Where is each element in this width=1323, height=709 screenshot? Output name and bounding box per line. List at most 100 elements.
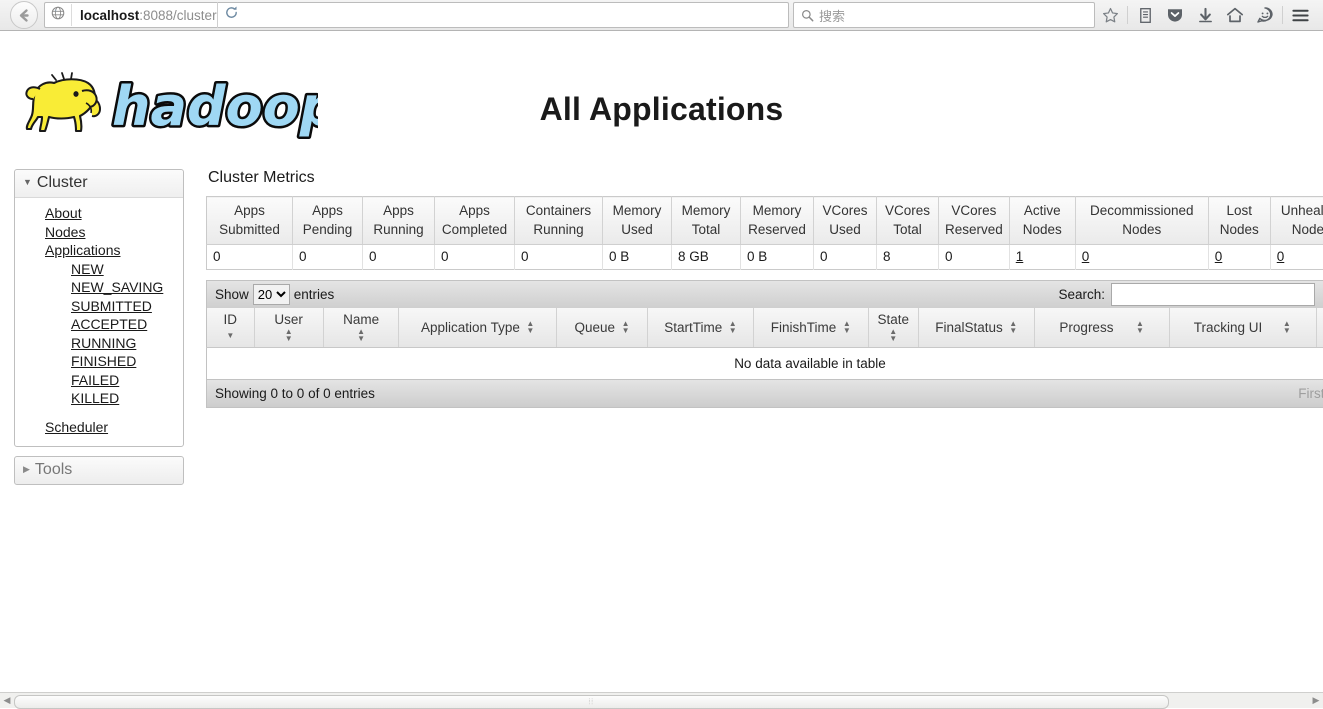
home-icon[interactable] [1220,1,1250,29]
apps-col-blacklisted-nodes[interactable]: Blacklis [1316,308,1323,348]
datatable-search-input[interactable] [1111,283,1315,306]
apps-col-state[interactable]: State ▲▼ [868,308,918,348]
toolbar-separator [1127,6,1128,24]
reload-button[interactable] [217,2,246,28]
unhealthy-nodes-link[interactable]: 0 [1277,249,1285,264]
apps-col-state-label: State [877,312,909,327]
apps-col-queue[interactable]: Queue▲▼ [557,308,648,348]
back-button[interactable] [10,1,38,29]
page-viewport: Lo hadoop All Applications ▼Cluster [0,31,1323,692]
hamburger-menu-icon[interactable] [1285,1,1315,29]
applications-empty-row: No data available in table [207,348,1323,380]
active-nodes-link[interactable]: 1 [1016,249,1024,264]
metrics-col-memory-reserved: Memory Reserved [741,197,814,245]
scrollbar-track[interactable]: ⦙⦙ [14,694,1309,708]
page-title: All Applications [0,91,1323,128]
pagination-first-button[interactable]: First [1289,386,1323,401]
sort-both-icon: ▲▼ [357,328,366,342]
metrics-val-apps-submitted: 0 [207,245,293,270]
sidebar-item-about[interactable]: About [15,204,183,223]
page-length-select[interactable]: 20 [253,284,290,305]
no-data-message: No data available in table [207,348,1323,380]
page-length-control: Show20entries [215,284,334,305]
sort-both-icon: ▲▼ [1282,320,1291,334]
scroll-right-arrow-icon[interactable]: ▶ [1309,694,1323,708]
sidebar-item-accepted[interactable]: ACCEPTED [15,315,183,334]
metrics-col-unhealthy-nodes: Unhealthy Nodes [1270,197,1323,245]
metrics-val-apps-pending: 0 [293,245,363,270]
metrics-val-lost-nodes: 0 [1208,245,1270,270]
browser-search-box[interactable]: 搜索 [793,2,1095,28]
sort-desc-icon: ▼ [226,332,235,339]
sidebar-item-finished[interactable]: FINISHED [15,352,183,371]
apps-col-progress[interactable]: Progress▲▼ [1035,308,1169,348]
apps-col-application-type-label: Application Type [421,320,520,335]
cluster-metrics-table: Apps Submitted Apps Pending Apps Running… [206,196,1323,270]
metrics-col-apps-pending: Apps Pending [293,197,363,245]
datatable-filter: Search: [1058,283,1323,306]
sidebar-item-new-saving[interactable]: NEW_SAVING [15,278,183,297]
star-icon[interactable] [1095,1,1125,29]
sync-smiley-icon[interactable] [1250,1,1280,29]
metrics-val-decommissioned-nodes: 0 [1075,245,1208,270]
browser-toolbar: localhost:8088/cluster 搜索 [0,0,1323,31]
toolbar-separator-2 [1282,6,1283,24]
sidebar-item-running[interactable]: RUNNING [15,334,183,353]
library-icon[interactable] [1130,1,1160,29]
reload-icon [224,5,239,25]
address-bar[interactable]: localhost:8088/cluster [44,2,789,28]
sidebar: ▼Cluster About Nodes Applications NEW NE… [14,169,184,485]
sidebar-spacer [15,408,183,418]
sidebar-item-nodes[interactable]: Nodes [15,223,183,242]
apps-col-tracking-ui[interactable]: Tracking UI ▲▼ [1169,308,1316,348]
apps-col-id-label: ID [224,312,238,327]
scrollbar-thumb[interactable]: ⦙⦙ [14,695,1169,709]
apps-col-finalstatus[interactable]: FinalStatus▲▼ [918,308,1035,348]
pocket-icon[interactable] [1160,1,1190,29]
sidebar-cluster-body: About Nodes Applications NEW NEW_SAVING … [15,198,183,446]
sidebar-item-killed[interactable]: KILLED [15,389,183,408]
decommissioned-nodes-link[interactable]: 0 [1082,249,1090,264]
lost-nodes-link[interactable]: 0 [1215,249,1223,264]
apps-col-application-type[interactable]: Application Type▲▼ [399,308,557,348]
apps-col-user[interactable]: User ▲▼ [254,308,323,348]
metrics-val-vcores-total: 8 [877,245,939,270]
apps-col-starttime-label: StartTime [664,320,722,335]
sort-both-icon: ▲▼ [842,320,851,334]
sidebar-item-new[interactable]: NEW [15,260,183,279]
metrics-col-memory-total: Memory Total [672,197,741,245]
scroll-left-arrow-icon[interactable]: ◀ [0,694,14,708]
sidebar-tools-box[interactable]: ▶Tools [14,456,184,485]
apps-col-name[interactable]: Name ▲▼ [323,308,399,348]
sidebar-item-submitted[interactable]: SUBMITTED [15,297,183,316]
datatable-toolbar: Show20entries Search: [206,280,1323,308]
globe-icon [51,6,65,25]
metrics-col-apps-submitted: Apps Submitted [207,197,293,245]
metrics-val-memory-total: 8 GB [672,245,741,270]
horizontal-scrollbar[interactable]: ◀ ⦙⦙ ▶ [0,692,1323,708]
apps-col-tracking-ui-label: Tracking UI [1194,320,1263,335]
url-text: localhost:8088/cluster [72,8,217,23]
download-icon[interactable] [1190,1,1220,29]
sidebar-cluster-header-label: Cluster [37,174,88,191]
apps-col-finishtime[interactable]: FinishTime▲▼ [754,308,869,348]
metrics-col-lost-nodes: Lost Nodes [1208,197,1270,245]
cluster-metrics-title: Cluster Metrics [208,169,1323,187]
apps-col-id[interactable]: ID ▼ [207,308,255,348]
sort-both-icon: ▲▼ [889,328,898,342]
metrics-val-vcores-reserved: 0 [939,245,1010,270]
metrics-value-row: 0 0 0 0 0 0 B 8 GB 0 B 0 8 0 1 0 0 0 [207,245,1323,270]
sidebar-cluster-header[interactable]: ▼Cluster [15,170,183,198]
metrics-col-memory-used: Memory Used [603,197,672,245]
sidebar-cluster-box: ▼Cluster About Nodes Applications NEW NE… [14,169,184,447]
apps-col-finalstatus-label: FinalStatus [935,320,1003,335]
sidebar-tools-label: Tools [35,461,72,478]
apps-col-progress-label: Progress [1059,320,1113,335]
apps-col-starttime[interactable]: StartTime▲▼ [648,308,754,348]
metrics-col-apps-completed: Apps Completed [435,197,515,245]
metrics-col-vcores-reserved: VCores Reserved [939,197,1010,245]
sidebar-item-scheduler[interactable]: Scheduler [15,418,183,437]
sidebar-item-applications[interactable]: Applications [15,241,183,260]
site-identity-button[interactable] [45,4,72,26]
sidebar-item-failed[interactable]: FAILED [15,371,183,390]
